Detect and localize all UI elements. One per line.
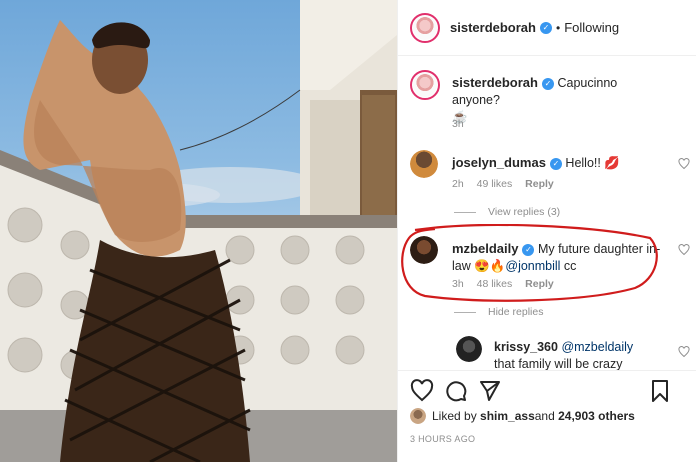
reply-username[interactable]: krissy_360 (494, 340, 558, 354)
bookmark-icon[interactable] (648, 379, 672, 403)
post-photo-illustration (0, 0, 397, 462)
caption-time: 3h (452, 118, 464, 130)
heart-icon[interactable] (410, 379, 434, 403)
heart-icon[interactable] (678, 346, 690, 358)
liked-by-line: Liked by shim_ass and 24,903 others (410, 408, 635, 424)
liked-by-and: and (534, 409, 555, 423)
hide-replies-button[interactable]: Hide replies (454, 306, 543, 318)
post-photo (0, 0, 397, 462)
verified-badge-icon: ✓ (541, 77, 554, 90)
mention-link[interactable]: @mzbeldaily (561, 340, 633, 354)
comment-text: Hello!! (565, 156, 605, 170)
hide-replies-label: Hide replies (488, 306, 544, 318)
comment-likes[interactable]: 49 likes (477, 178, 513, 190)
post-timestamp: 3 HOURS AGO (410, 434, 476, 444)
post-header: sisterdeborah ✓ • Following (398, 0, 696, 56)
share-icon[interactable] (478, 379, 502, 403)
view-replies-label: View replies (3) (488, 206, 561, 218)
heart-icon[interactable] (678, 244, 690, 256)
author-username[interactable]: sisterdeborah (450, 20, 536, 35)
caption-meta: 3h (452, 118, 474, 130)
commenter-avatar[interactable] (410, 150, 438, 178)
caption-username[interactable]: sisterdeborah (452, 75, 538, 90)
liker-avatar[interactable] (410, 408, 426, 424)
reply-body: krissy_360 @mzbeldaily that family will … (494, 339, 662, 373)
kiss-emoji-icon: 💋 (604, 156, 620, 170)
reply-button[interactable]: Reply (525, 178, 554, 190)
reply-text: that family will be crazy (494, 357, 623, 371)
comment-time: 2h (452, 178, 464, 190)
caption-author-avatar[interactable] (410, 70, 440, 100)
liked-by-prefix: Liked by (432, 409, 477, 423)
author-avatar[interactable] (410, 12, 440, 43)
heart-icon[interactable] (678, 158, 690, 170)
caption: sisterdeborah ✓ Capucinno anyone? ☕ 3h (410, 70, 690, 130)
annotation-circle (401, 224, 658, 302)
reply-item: krissy_360 @mzbeldaily that family will … (456, 336, 690, 373)
action-bar (398, 370, 696, 410)
comment-meta: 2h 49 likes Reply (452, 178, 564, 190)
caption-body: sisterdeborah ✓ Capucinno anyone? ☕ (452, 74, 662, 126)
divider-line (454, 311, 476, 313)
divider-line (454, 211, 476, 213)
separator-dot: • (555, 20, 561, 35)
verified-badge-icon: ✓ (549, 157, 562, 170)
replier-avatar[interactable] (456, 336, 482, 362)
comment-icon[interactable] (444, 379, 468, 403)
verified-badge-icon: ✓ (539, 21, 552, 34)
comment-username[interactable]: joselyn_dumas (452, 155, 546, 170)
comment-body: joselyn_dumas ✓ Hello!! 💋 (452, 154, 662, 172)
liked-by-count[interactable]: 24,903 others (558, 409, 635, 423)
following-button[interactable]: Following (564, 20, 619, 35)
liked-by-user[interactable]: shim_ass (480, 409, 535, 423)
view-replies-button[interactable]: View replies (3) (454, 206, 560, 218)
